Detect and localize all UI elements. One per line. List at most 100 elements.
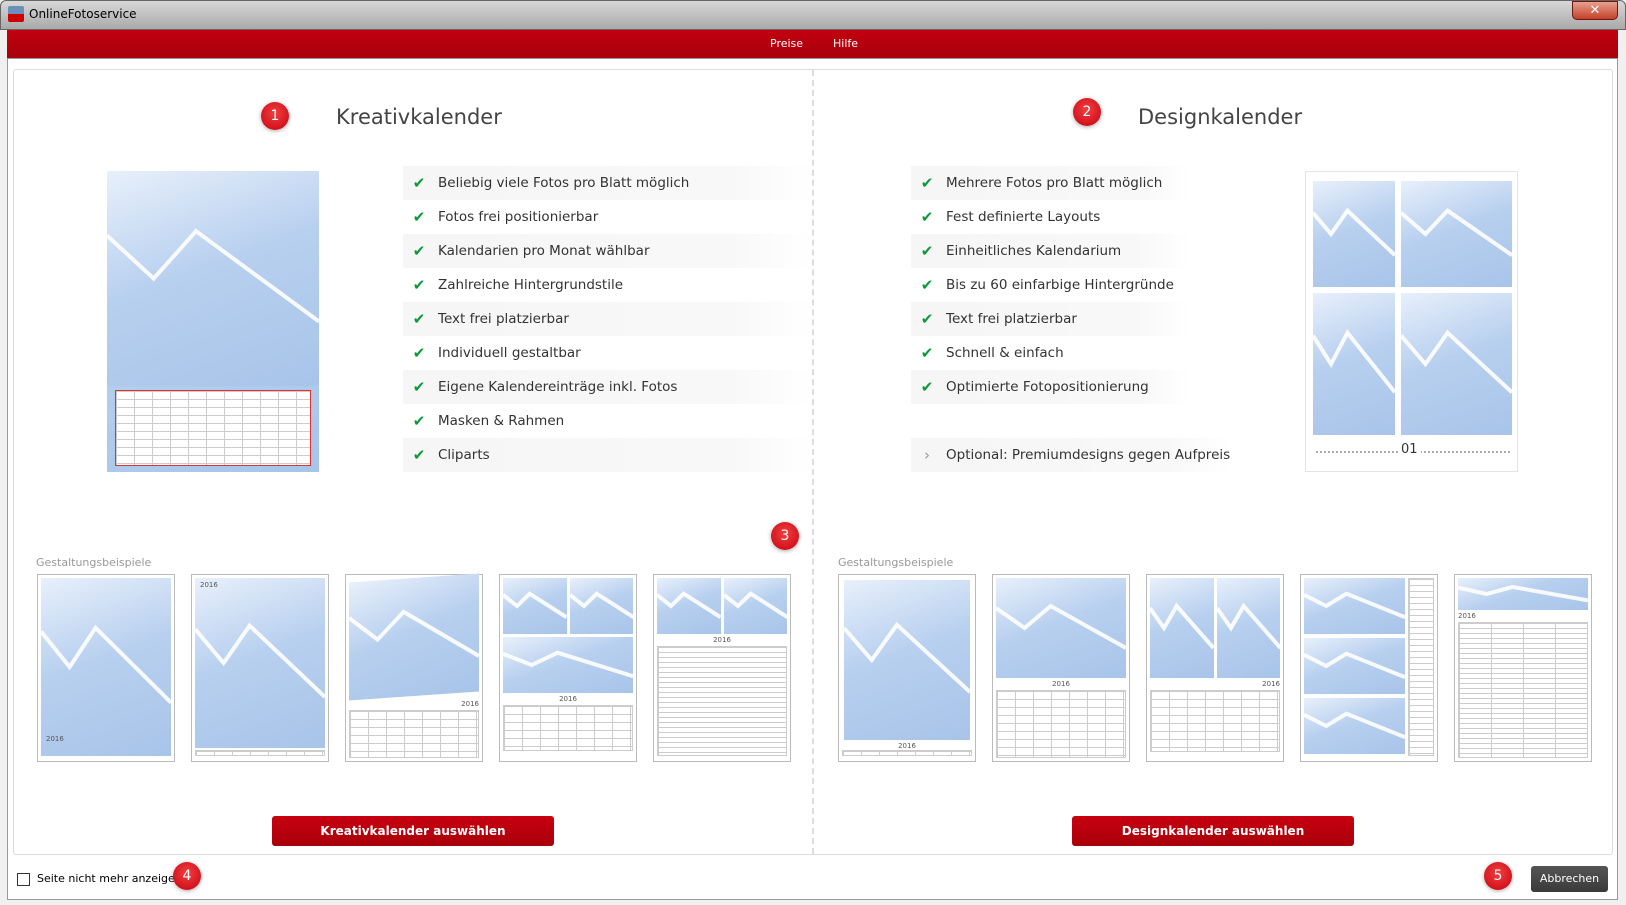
menu-bar bbox=[7, 30, 1618, 58]
feature-row: ✔ Text frei platzierbar bbox=[403, 302, 812, 336]
check-icon: ✔ bbox=[920, 208, 934, 226]
optional-row: › Optional: Premiumdesigns gegen Aufpreis bbox=[911, 438, 1231, 472]
mountain-placeholder-icon bbox=[1304, 638, 1405, 694]
menu-hilfe[interactable]: Hilfe bbox=[833, 37, 858, 50]
mountain-placeholder-icon bbox=[1150, 578, 1214, 678]
mountain-placeholder-icon bbox=[657, 578, 721, 634]
dont-show-again-label[interactable]: Seite nicht mehr anzeigen bbox=[37, 872, 182, 885]
feature-row: ✔ Individuell gestaltbar bbox=[403, 336, 812, 370]
example-thumbnail-4[interactable]: 2016 bbox=[499, 574, 637, 762]
check-icon: ✔ bbox=[920, 276, 934, 294]
mountain-placeholder-icon bbox=[41, 578, 171, 756]
year-label: 2016 bbox=[1052, 680, 1070, 688]
feature-row: ✔ Cliparts bbox=[403, 438, 812, 472]
example-thumbnail-7[interactable]: 2016 bbox=[992, 574, 1130, 762]
mountain-placeholder-icon bbox=[107, 171, 319, 386]
kreativ-preview-image bbox=[107, 171, 319, 472]
example-thumbnail-10[interactable]: 2016 bbox=[1454, 574, 1592, 762]
month-number: 01 bbox=[1398, 442, 1421, 457]
feature-row: ✔ Mehrere Fotos pro Blatt möglich bbox=[911, 166, 1191, 200]
feature-row: ✔ Einheitliches Kalendarium bbox=[911, 234, 1191, 268]
cancel-button[interactable]: Abbrechen bbox=[1531, 866, 1608, 892]
year-label: 2016 bbox=[898, 742, 916, 750]
example-thumbnail-9[interactable] bbox=[1300, 574, 1438, 762]
check-icon: ✔ bbox=[412, 446, 426, 464]
example-thumbnail-5[interactable]: 2016 bbox=[653, 574, 791, 762]
optional-text: Optional: Premiumdesigns gegen Aufpreis bbox=[946, 447, 1231, 463]
step-badge-3: 3 bbox=[771, 522, 799, 550]
example-thumbnail-8[interactable]: 2016 bbox=[1146, 574, 1284, 762]
example-thumbnail-2[interactable]: 2016 bbox=[191, 574, 329, 762]
mountain-placeholder-icon bbox=[1458, 578, 1588, 610]
mountain-placeholder-icon bbox=[1304, 578, 1405, 634]
example-thumbnail-6[interactable]: 2016 bbox=[838, 574, 976, 762]
year-label: 2016 bbox=[713, 636, 731, 644]
select-designkalender-button[interactable]: Designkalender auswählen bbox=[1072, 816, 1354, 846]
feature-row-empty bbox=[911, 404, 1191, 438]
check-icon: ✔ bbox=[920, 242, 934, 260]
year-label: 2016 bbox=[200, 581, 218, 589]
mountain-placeholder-icon bbox=[503, 578, 567, 634]
example-thumbnail-1[interactable]: 2016 bbox=[37, 574, 175, 762]
chevron-right-icon: › bbox=[924, 446, 930, 464]
feature-row: ✔ Bis zu 60 einfarbige Hintergründe bbox=[911, 268, 1191, 302]
feature-row: ✔ Eigene Kalendereinträge inkl. Fotos bbox=[403, 370, 812, 404]
select-kreativkalender-button[interactable]: Kreativkalender auswählen bbox=[272, 816, 554, 846]
feature-text: Beliebig viele Fotos pro Blatt möglich bbox=[438, 175, 690, 191]
year-label: 2016 bbox=[1458, 612, 1476, 620]
feature-text: Fotos frei positionierbar bbox=[438, 209, 599, 225]
feature-text: Text frei platzierbar bbox=[438, 311, 569, 327]
step-badge-2: 2 bbox=[1073, 98, 1101, 126]
mountain-placeholder-icon bbox=[195, 578, 325, 748]
check-icon: ✔ bbox=[412, 344, 426, 362]
feature-row: ✔ Zahlreiche Hintergrundstile bbox=[403, 268, 812, 302]
feature-text: Eigene Kalendereinträge inkl. Fotos bbox=[438, 379, 678, 395]
app-icon bbox=[8, 6, 24, 22]
feature-text: Schnell & einfach bbox=[946, 345, 1064, 361]
design-examples-label: Gestaltungsbeispiele bbox=[838, 556, 954, 569]
check-icon: ✔ bbox=[412, 208, 426, 226]
check-icon: ✔ bbox=[920, 378, 934, 396]
step-badge-1: 1 bbox=[261, 102, 289, 130]
check-icon: ✔ bbox=[920, 174, 934, 192]
mountain-placeholder-icon bbox=[996, 578, 1126, 678]
example-thumbnail-3[interactable]: 2016 bbox=[345, 573, 483, 762]
design-feature-list: ✔ Mehrere Fotos pro Blatt möglich ✔ Fest de… bbox=[911, 166, 1231, 472]
year-label: 2016 bbox=[1262, 680, 1280, 688]
mountain-placeholder-icon bbox=[569, 578, 633, 634]
check-icon: ✔ bbox=[412, 174, 426, 192]
feature-row: ✔ Fest definierte Layouts bbox=[911, 200, 1191, 234]
check-icon: ✔ bbox=[412, 378, 426, 396]
mountain-placeholder-icon bbox=[1313, 293, 1395, 435]
check-icon: ✔ bbox=[412, 412, 426, 430]
kreativ-feature-list: ✔ Beliebig viele Fotos pro Blatt möglich ✔… bbox=[403, 166, 812, 472]
menu-preise[interactable]: Preise bbox=[770, 37, 803, 50]
feature-text: Optimierte Fotopositionierung bbox=[946, 379, 1149, 395]
check-icon: ✔ bbox=[920, 344, 934, 362]
feature-text: Text frei platzierbar bbox=[946, 311, 1077, 327]
feature-text: Zahlreiche Hintergrundstile bbox=[438, 277, 624, 293]
kreativ-title: Kreativkalender bbox=[336, 105, 502, 129]
feature-row: ✔ Fotos frei positionierbar bbox=[403, 200, 812, 234]
dont-show-again-checkbox[interactable] bbox=[17, 873, 30, 886]
year-label: 2016 bbox=[461, 700, 479, 708]
check-icon: ✔ bbox=[920, 310, 934, 328]
close-window-button[interactable]: ✕ bbox=[1572, 1, 1618, 20]
mountain-placeholder-icon bbox=[503, 637, 633, 693]
kreativ-examples-label: Gestaltungsbeispiele bbox=[36, 556, 152, 569]
mountain-placeholder-icon bbox=[1313, 181, 1395, 287]
feature-row: ✔ Kalendarien pro Monat wählbar bbox=[403, 234, 812, 268]
feature-text: Bis zu 60 einfarbige Hintergründe bbox=[946, 277, 1174, 293]
window-title: OnlineFotoservice bbox=[29, 7, 137, 21]
feature-text: Kalendarien pro Monat wählbar bbox=[438, 243, 650, 259]
feature-text: Mehrere Fotos pro Blatt möglich bbox=[946, 175, 1163, 191]
feature-text: Fest definierte Layouts bbox=[946, 209, 1101, 225]
mountain-placeholder-icon bbox=[844, 580, 970, 740]
year-label: 2016 bbox=[46, 735, 64, 743]
title-bar bbox=[0, 0, 1626, 30]
mountain-placeholder-icon bbox=[1216, 578, 1280, 678]
feature-row: ✔ Optimierte Fotopositionierung bbox=[911, 370, 1191, 404]
feature-row: ✔ Beliebig viele Fotos pro Blatt möglich bbox=[403, 166, 812, 200]
feature-row: ✔ Text frei platzierbar bbox=[911, 302, 1191, 336]
feature-text: Individuell gestaltbar bbox=[438, 345, 581, 361]
